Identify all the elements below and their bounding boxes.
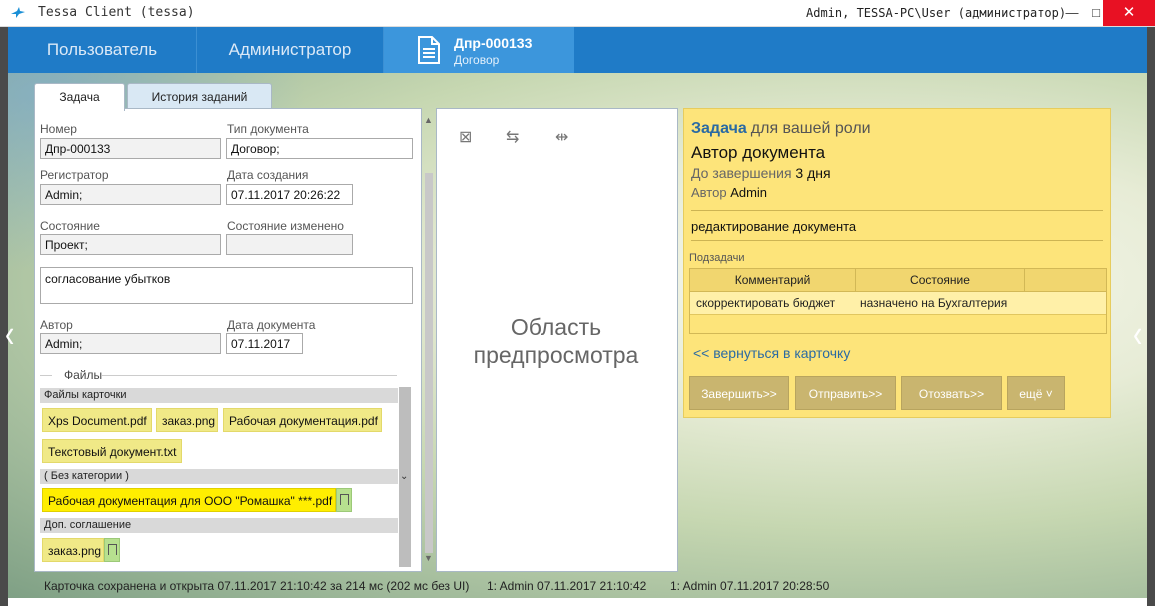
task-heading: Задача для вашей роли <box>691 120 871 138</box>
status-bar: Карточка сохранена и открыта 07.11.2017 … <box>34 575 1111 597</box>
task-due-value: 3 дня <box>795 165 831 181</box>
nav-tab-admin[interactable]: Администратор <box>197 27 384 73</box>
status-saved: Карточка сохранена и открыта 07.11.2017 … <box>44 579 470 593</box>
author-field[interactable]: Admin; <box>40 333 221 354</box>
created-field[interactable]: 07.11.2017 20:26:22 <box>226 184 353 205</box>
document-icon <box>418 36 440 64</box>
docdate-label: Дата документа <box>227 318 316 332</box>
divider <box>691 240 1103 241</box>
task-role: для вашей роли <box>750 120 871 137</box>
form-scroll-thumb[interactable] <box>425 173 433 553</box>
subject-field[interactable]: согласование убытков <box>40 267 413 304</box>
send-button[interactable]: Отправить>> <box>795 376 896 410</box>
tab-task[interactable]: Задача <box>34 83 125 111</box>
status-lock-1: 1: Admin 07.11.2017 21:10:42 <box>487 579 647 593</box>
file-group-header: Файлы карточки <box>40 388 398 403</box>
nav-tab-user[interactable]: Пользователь <box>8 27 197 73</box>
created-label: Дата создания <box>227 168 309 182</box>
column-header-state[interactable]: Состояние <box>856 269 1025 291</box>
task-description: редактирование документа <box>691 219 857 234</box>
docdate-field[interactable]: 07.11.2017 <box>226 333 303 354</box>
file-chip[interactable]: заказ.png <box>42 538 104 562</box>
task-panel: Задача для вашей роли Автор документа До … <box>683 108 1111 418</box>
subtasks-header: Комментарий Состояние <box>690 269 1106 292</box>
task-author-label: Автор <box>691 185 727 200</box>
tessa-logo-icon <box>11 7 25 18</box>
state-field[interactable]: Проект; <box>40 234 221 255</box>
file-group-header: Доп. соглашение <box>40 518 398 533</box>
bookmark-icon[interactable] <box>336 488 352 512</box>
split-icon[interactable]: ⇹ <box>555 127 568 147</box>
file-chip[interactable]: Текстовый документ.txt <box>42 439 182 463</box>
close-window-button[interactable]: ✕ <box>1103 0 1155 26</box>
tab-task-history[interactable]: История заданий <box>127 83 272 110</box>
window-title: Tessa Client (tessa) <box>38 5 195 20</box>
revoke-button[interactable]: Отозвать>> <box>901 376 1002 410</box>
task-due: До завершения 3 дня <box>691 165 831 181</box>
subtasks-label: Подзадачи <box>689 252 745 264</box>
author-label: Автор <box>40 318 73 332</box>
complete-button[interactable]: Завершить>> <box>689 376 789 410</box>
form-scrollbar[interactable]: ▲ ▼ <box>424 115 434 565</box>
more-button[interactable]: ещё ˅ <box>1007 376 1065 410</box>
nav-tab-open-card[interactable]: Дпр-000133 Договор <box>384 27 574 73</box>
registrar-field[interactable]: Admin; <box>40 184 221 205</box>
files-scrollbar[interactable]: ⌄ <box>399 387 411 567</box>
back-to-card-link[interactable]: << вернуться в карточку <box>693 345 850 361</box>
file-chip[interactable]: заказ.png <box>156 408 218 432</box>
chevron-down-icon: ⌄ <box>400 471 409 482</box>
registrar-label: Регистратор <box>40 168 109 182</box>
status-lock-2: 1: Admin 07.11.2017 20:28:50 <box>670 579 830 593</box>
scroll-up-icon[interactable]: ▲ <box>424 115 433 125</box>
doctype-label: Тип документа <box>227 122 309 136</box>
task-author-value: Admin <box>730 185 768 200</box>
right-side-strip <box>1147 27 1155 606</box>
subtasks-table: Комментарий Состояние скорректировать бю… <box>689 268 1107 334</box>
column-header-comment[interactable]: Комментарий <box>690 269 856 291</box>
task-heading-label: Задача <box>691 120 747 137</box>
cell-state: назначено на Бухгалтерия <box>860 296 1008 310</box>
scroll-down-icon[interactable]: ▼ <box>424 553 433 563</box>
number-field[interactable]: Дпр-000133 <box>40 138 221 159</box>
title-bar: Tessa Client (tessa) Admin, TESSA-PC\Use… <box>0 0 1155 27</box>
next-arrow-icon[interactable]: ‹ <box>1133 312 1142 357</box>
current-user-info: Admin, TESSA-PC\User (администратор) <box>806 6 1067 20</box>
task-due-label: До завершения <box>691 165 792 181</box>
state-label: Состояние <box>40 219 100 233</box>
top-navigation: Пользователь Администратор Дпр-000133 До… <box>8 27 1147 73</box>
task-title: Автор документа <box>691 143 826 162</box>
swap-icon[interactable]: ⇆ <box>506 127 519 147</box>
number-label: Номер <box>40 122 77 136</box>
state-changed-label: Состояние изменено <box>227 219 344 233</box>
file-chip-selected[interactable]: Рабочая документация для ООО "Ромашка" *… <box>42 488 336 512</box>
file-chip[interactable]: Рабочая документация.pdf <box>223 408 382 432</box>
card-type: Договор <box>454 53 500 67</box>
file-group-header: ( Без категории ) <box>40 469 398 484</box>
divider <box>691 210 1103 211</box>
cell-comment: скорректировать бюджет <box>696 296 836 310</box>
file-chip[interactable]: Xps Document.pdf <box>42 408 152 432</box>
files-title: Файлы <box>64 368 103 382</box>
doctype-field[interactable]: Договор; <box>226 138 413 159</box>
previous-arrow-icon[interactable]: ‹ <box>5 312 14 357</box>
preview-placeholder: Область предпросмотра <box>473 314 639 368</box>
task-author: Автор Admin <box>691 185 767 200</box>
card-number: Дпр-000133 <box>454 35 533 51</box>
table-row[interactable]: скорректировать бюджет назначено на Бухг… <box>690 292 1106 315</box>
close-preview-icon[interactable]: ⊠ <box>459 127 472 147</box>
state-changed-field[interactable] <box>226 234 353 255</box>
bookmark-icon[interactable] <box>104 538 120 562</box>
